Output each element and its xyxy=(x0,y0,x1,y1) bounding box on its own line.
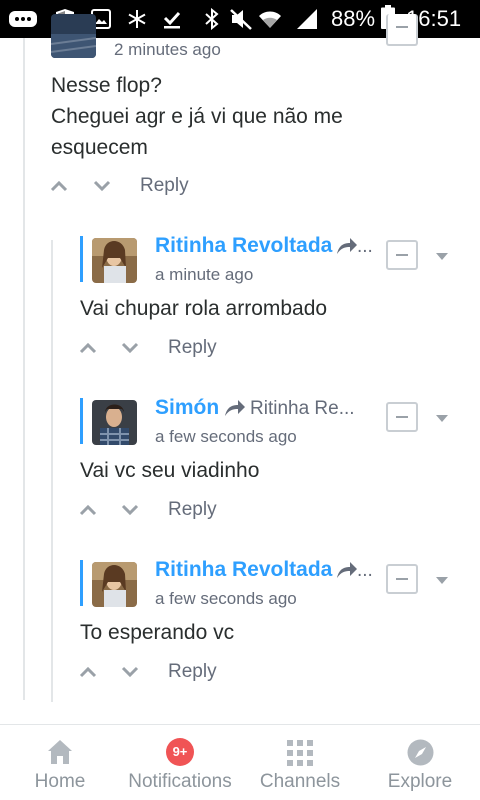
reply-link[interactable]: Reply xyxy=(168,337,217,359)
bluetooth-icon xyxy=(204,8,220,30)
collapse-button[interactable] xyxy=(386,240,418,270)
comment-author[interactable]: Simón xyxy=(155,396,219,420)
reply-indicator xyxy=(80,236,83,282)
comment-timestamp[interactable]: a few seconds ago xyxy=(155,427,297,447)
upvote-icon[interactable] xyxy=(78,503,98,517)
comment-timestamp[interactable]: a few seconds ago xyxy=(155,589,297,609)
reply-indicator xyxy=(80,560,83,606)
upvote-icon[interactable] xyxy=(78,341,98,355)
nav-home[interactable]: Home xyxy=(20,725,100,800)
collapse-button[interactable] xyxy=(386,14,418,46)
comment-author[interactable]: Ritinha Revoltada xyxy=(155,558,332,582)
nav-channels-label: Channels xyxy=(259,771,341,792)
nav-explore-label: Explore xyxy=(387,771,453,792)
reply-indicator xyxy=(80,398,83,444)
comment-line: Nesse flop? xyxy=(51,74,162,97)
nav-notifications[interactable]: 9+ Notifications xyxy=(120,725,240,800)
comment-timestamp[interactable]: 2 minutes ago xyxy=(114,40,221,60)
upvote-icon[interactable] xyxy=(49,179,69,193)
messages-icon xyxy=(8,9,38,29)
reply-arrow-icon xyxy=(337,238,357,254)
download-done-icon xyxy=(162,9,182,29)
chevron-down-icon[interactable] xyxy=(436,415,448,422)
nav-notifications-label: Notifications xyxy=(128,771,232,792)
comment-body: To esperando vc xyxy=(80,621,235,644)
bottom-navigation: Home 9+ Notifications Channels Explore xyxy=(0,724,480,800)
comment-body: Vai chupar rola arrombado xyxy=(80,297,328,320)
avatar[interactable] xyxy=(92,238,137,283)
chevron-down-icon[interactable] xyxy=(436,577,448,584)
avatar[interactable] xyxy=(92,400,137,445)
collapse-button[interactable] xyxy=(386,564,418,594)
reply-to-author[interactable]: ... xyxy=(357,236,373,258)
channels-icon xyxy=(287,740,313,766)
reply-link[interactable]: Reply xyxy=(168,661,217,683)
comment-timestamp[interactable]: a minute ago xyxy=(155,265,253,285)
downvote-icon[interactable] xyxy=(92,179,112,193)
reply-link[interactable]: Reply xyxy=(168,499,217,521)
nav-channels[interactable]: Channels xyxy=(250,725,350,800)
home-icon xyxy=(48,740,72,764)
snowflake-icon xyxy=(127,9,147,29)
comment-body: Nesse flop? Cheguei agr e já vi que não … xyxy=(51,70,343,163)
nav-explore[interactable]: Explore xyxy=(380,725,460,800)
compass-icon xyxy=(407,739,434,766)
avatar[interactable] xyxy=(51,14,96,58)
downvote-icon[interactable] xyxy=(120,341,140,355)
avatar[interactable] xyxy=(92,562,137,607)
reply-arrow-icon xyxy=(225,400,245,416)
reply-to-author[interactable]: Ritinha Re... xyxy=(250,398,355,420)
thread-line xyxy=(51,240,53,702)
thread-line xyxy=(23,38,25,700)
downvote-icon[interactable] xyxy=(120,503,140,517)
collapse-button[interactable] xyxy=(386,402,418,432)
nav-home-label: Home xyxy=(34,771,86,792)
signal-icon xyxy=(296,9,318,29)
battery-percent: 88% xyxy=(331,6,376,31)
upvote-icon[interactable] xyxy=(78,665,98,679)
chevron-down-icon[interactable] xyxy=(436,253,448,260)
comment-body: Vai vc seu viadinho xyxy=(80,459,260,482)
reply-link[interactable]: Reply xyxy=(140,175,189,197)
reply-arrow-icon xyxy=(337,562,357,578)
wifi-icon xyxy=(258,9,282,29)
reply-to-author[interactable]: ... xyxy=(357,560,373,582)
comment-author[interactable]: Ritinha Revoltada xyxy=(155,234,332,258)
downvote-icon[interactable] xyxy=(120,665,140,679)
comment-line: esquecem xyxy=(51,136,148,159)
mute-icon xyxy=(229,9,253,30)
notification-badge: 9+ xyxy=(166,738,194,766)
comment-line: Cheguei agr e já vi que não me xyxy=(51,105,343,128)
